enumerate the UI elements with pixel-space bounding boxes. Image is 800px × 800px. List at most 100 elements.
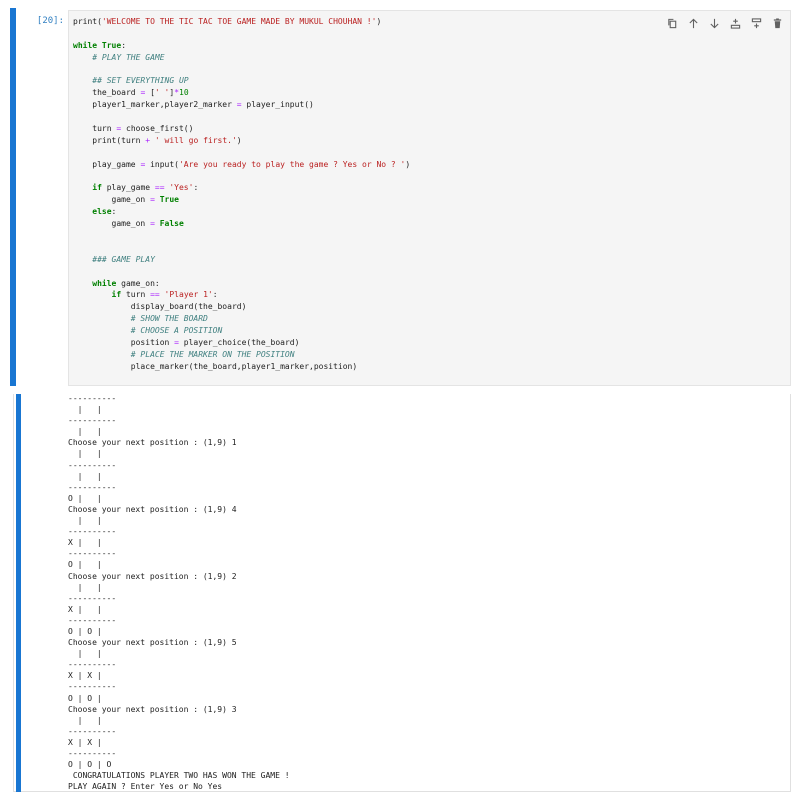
- code-line: if turn == 'Player 1':: [73, 289, 410, 301]
- code-token: display_board(the_board): [73, 302, 247, 312]
- output-collapser[interactable]: [16, 394, 21, 792]
- code-token: 'Yes': [169, 183, 194, 193]
- code-line: ### GAME PLAY: [73, 254, 410, 266]
- code-token: game_on: [73, 195, 151, 205]
- output-line: | |: [68, 449, 102, 459]
- delete-icon: [773, 17, 781, 28]
- output-line: | |: [68, 715, 102, 725]
- code-line: # SHOW THE BOARD: [73, 313, 410, 325]
- output-line: X | |: [68, 604, 102, 614]
- output-line: ----------: [68, 549, 117, 559]
- code-token: ' ': [154, 88, 170, 98]
- code-token: ): [405, 159, 411, 169]
- output-line: Choose your next position : (1,9) 4: [68, 504, 237, 514]
- code-token: ==: [154, 183, 165, 193]
- code-line: while game_on:: [73, 278, 410, 290]
- code-token: player_choice(the_board): [178, 338, 300, 348]
- code-line: game_on = True: [73, 194, 410, 206]
- code-token: if: [111, 290, 122, 300]
- output-line: O | |: [68, 493, 102, 503]
- output-line: X | |: [68, 538, 102, 548]
- code-line: while True:: [73, 40, 410, 52]
- code-line: place_marker(the_board,player1_marker,po…: [73, 361, 410, 373]
- output-line: CONGRATULATIONS PLAYER TWO HAS WON THE G…: [68, 771, 290, 781]
- code-token: turn: [73, 124, 117, 134]
- code-line: game_on = False: [73, 218, 410, 230]
- code-text[interactable]: print('WELCOME TO THE TIC TAC TOE GAME M…: [73, 16, 410, 373]
- output-line: Choose your next position : (1,9) 5: [68, 638, 237, 648]
- insert-below-button[interactable]: [749, 16, 763, 30]
- output-line: ----------: [68, 593, 117, 603]
- output-line: | |: [68, 405, 102, 415]
- code-editor[interactable]: print('WELCOME TO THE TIC TAC TOE GAME M…: [68, 10, 791, 386]
- output-line: O | O |: [68, 693, 102, 703]
- code-token: position: [73, 338, 175, 348]
- code-token: the_board: [73, 88, 141, 98]
- output-line: | |: [68, 471, 102, 481]
- code-token: False: [159, 219, 184, 229]
- code-token: ==: [150, 290, 160, 300]
- code-line: # CHOOSE A POSITION: [73, 325, 410, 337]
- code-token: player1_marker,player2_marker: [73, 100, 237, 110]
- code-line: if play_game == 'Yes':: [73, 182, 410, 194]
- code-line: display_board(the_board): [73, 301, 410, 313]
- output-line: ----------: [68, 726, 117, 736]
- output-line: Choose your next position : (1,9) 2: [68, 571, 237, 581]
- code-token: else: [92, 207, 112, 217]
- code-token: ### GAME PLAY: [92, 254, 155, 264]
- output-line: Choose your next position : (1,9) 1: [68, 438, 237, 448]
- code-token: True: [101, 40, 122, 50]
- code-line: # PLACE THE MARKER ON THE POSITION: [73, 349, 410, 361]
- output-line: ----------: [68, 660, 117, 670]
- code-token: # SHOW THE BOARD: [130, 314, 208, 324]
- output-line: | |: [68, 649, 102, 659]
- code-token: :: [121, 40, 127, 50]
- output-line: O | O |: [68, 626, 102, 636]
- active-cell-indicator[interactable]: [10, 8, 16, 386]
- code-token: [: [145, 88, 155, 98]
- code-token: while: [92, 278, 117, 288]
- code-token: 'WELCOME TO THE TIC TAC TOE GAME MADE BY…: [101, 17, 377, 26]
- output-line: ----------: [68, 416, 117, 426]
- output-line: O | O | O: [68, 760, 112, 770]
- output-line: | |: [68, 582, 102, 592]
- code-token: ): [236, 135, 242, 145]
- output-line: ----------: [68, 482, 117, 492]
- insert-below-icon: [730, 18, 740, 29]
- move-up-button[interactable]: [686, 16, 700, 30]
- code-token: :: [212, 290, 218, 300]
- code-token: 'Player 1': [164, 290, 213, 300]
- code-token: print(: [73, 17, 102, 26]
- code-token: True: [159, 195, 179, 205]
- output-line: X | X |: [68, 737, 102, 747]
- output-line: X | X |: [68, 671, 102, 681]
- code-line: print('WELCOME TO THE TIC TAC TOE GAME M…: [73, 16, 410, 28]
- move-down-button[interactable]: [707, 16, 721, 30]
- code-token: 10: [179, 88, 189, 98]
- output-line: ----------: [68, 527, 117, 537]
- code-token: :: [111, 207, 117, 217]
- code-token: player_input(): [241, 100, 314, 110]
- insert-above-button[interactable]: [728, 16, 742, 30]
- code-cell[interactable]: [20]: print('WELCOME TO THE TIC TAC TOE …: [10, 8, 793, 386]
- code-token: ## SET EVERYTHING UP: [92, 76, 189, 86]
- execution-count: [20]:: [36, 16, 64, 26]
- output-line: ----------: [68, 394, 117, 403]
- output-line: ----------: [68, 749, 117, 758]
- output-line: Choose your next position : (1,9) 3: [68, 704, 237, 714]
- duplicate-cell-button[interactable]: [665, 16, 679, 30]
- delete-cell-button[interactable]: [770, 16, 784, 30]
- code-token: play_game: [73, 159, 141, 169]
- output-line: ----------: [68, 460, 117, 470]
- code-line: player1_marker,player2_marker = player_i…: [73, 99, 410, 111]
